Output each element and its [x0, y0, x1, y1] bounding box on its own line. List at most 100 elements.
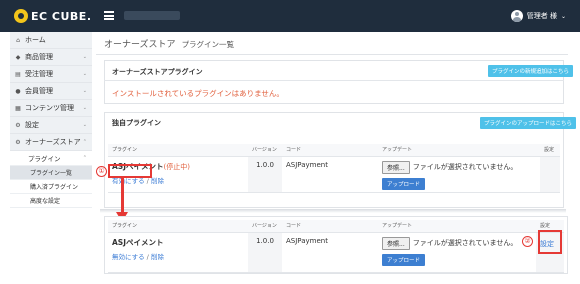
table-row: ASJペイメント(停止中) 有効にする / 削除 1.0.0 ASJPaymen…: [108, 156, 560, 193]
sidebar-item-label: コンテンツ管理: [25, 104, 74, 112]
sidebar-item-settings[interactable]: ⚙ 設定 ⌄: [10, 117, 92, 134]
version-cell: 1.0.0: [248, 232, 282, 273]
user-name: 管理者 様: [526, 12, 557, 20]
sidebar-item-members[interactable]: ● 会員管理 ⌄: [10, 83, 92, 100]
sidebar-item-contents[interactable]: ▦ コンテンツ管理 ⌄: [10, 100, 92, 117]
sidebar-item-label: 受注管理: [25, 70, 53, 78]
col-header-code: コード: [282, 220, 378, 233]
top-header: EC CUBE. 管理者 様 ⌄: [0, 0, 580, 32]
config-link-highlight: [538, 230, 562, 254]
update-cell: 参照... ファイルが選択されていません。 アップロード: [378, 232, 536, 273]
disable-link[interactable]: 無効にする: [112, 253, 145, 261]
enable-link-highlight: [108, 164, 152, 178]
sidebar-item-label: オーナーズストア: [25, 138, 81, 146]
sidebar-subitem-purchased-plugins[interactable]: 購入済プラグイン: [10, 180, 92, 194]
sidebar-item-label: 商品管理: [25, 53, 53, 61]
user-avatar-icon: [510, 10, 523, 22]
col-header-code: コード: [282, 144, 378, 157]
code-cell: ASJPayment: [282, 156, 378, 193]
chevron-down-icon: ⌄: [82, 71, 87, 77]
chevron-down-icon: ⌄: [82, 54, 87, 60]
screenshot-edge-shadow: [100, 209, 566, 213]
browse-button[interactable]: 参照...: [382, 236, 410, 250]
sidebar-subitem-label: プラグイン: [28, 155, 61, 163]
own-plugin-title: 独自プラグイン: [112, 119, 161, 127]
user-menu[interactable]: 管理者 様 ⌄: [510, 10, 566, 22]
plugin-actions: 無効にする / 削除: [112, 251, 244, 261]
file-status-text: ファイルが選択されていません。: [412, 163, 518, 171]
step-2-marker: ②: [522, 236, 533, 247]
no-plugin-notice: インストールされているプラグインはありません。: [112, 89, 284, 98]
arrow-shaft: [121, 178, 124, 214]
tag-icon: ◆: [15, 53, 21, 61]
sidebar-subitem-advanced-settings[interactable]: 高度な設定: [10, 194, 92, 208]
sidebar-item-products[interactable]: ◆ 商品管理 ⌄: [10, 49, 92, 66]
sidebar-item-label: 会員管理: [25, 87, 53, 95]
delete-link[interactable]: 削除: [151, 253, 164, 261]
upload-button[interactable]: アップロード: [382, 253, 426, 266]
version-cell: 1.0.0: [248, 156, 282, 193]
col-header-plugin: プラグイン: [108, 144, 248, 157]
add-new-plugin-button[interactable]: プラグインの新規追加はこちら: [488, 65, 574, 77]
col-header-plugin: プラグイン: [108, 220, 248, 233]
store-box-divider: [104, 80, 564, 81]
config-cell: [540, 156, 560, 193]
cart-icon: ▤: [15, 70, 21, 78]
page-title-text: オーナーズストア: [104, 40, 176, 50]
sidebar-item-label: 設定: [25, 121, 39, 129]
browse-button[interactable]: 参照...: [382, 160, 410, 174]
logo-text: EC CUBE.: [31, 9, 92, 23]
sidebar-item-label: ホーム: [25, 36, 46, 44]
chevron-down-icon: ⌄: [560, 12, 566, 20]
upload-plugin-button[interactable]: プラグインのアップロードはこちら: [480, 117, 577, 129]
page-subtitle: プラグイン一覧: [181, 40, 235, 49]
link-separator: /: [146, 252, 149, 261]
sidebar-item-owners-store[interactable]: ⚙ オーナーズストア ⌃: [10, 134, 92, 151]
plugin-name: ASJペイメント: [112, 237, 164, 247]
table-row: ASJペイメント 無効にする / 削除 1.0.0 ASJPayment 参照.…: [108, 232, 564, 273]
col-header-update: アップデート: [378, 220, 536, 233]
file-icon: ▦: [15, 104, 21, 112]
plugin-cell: ASJペイメント 無効にする / 削除: [108, 232, 248, 273]
chevron-up-icon: ⌃: [82, 155, 87, 161]
logo-mark-icon: [14, 9, 28, 23]
own-plugin-table: プラグイン バージョン コード アップデート 設定 ASJペイメント(停止中) …: [108, 144, 560, 193]
page-title: オーナーズストア プラグイン一覧: [104, 37, 234, 50]
step-1-marker: ①: [96, 166, 107, 177]
title-divider: [96, 54, 568, 55]
gear-icon: ⚙: [15, 121, 21, 129]
upload-button[interactable]: アップロード: [382, 177, 426, 190]
menu-toggle-icon[interactable]: [104, 11, 114, 20]
plugin-status: (停止中): [163, 162, 190, 171]
sidebar-item-home[interactable]: ⌂ ホーム: [10, 32, 92, 49]
table-header-row: プラグイン バージョン コード アップデート 設定: [108, 144, 560, 157]
home-icon: ⌂: [16, 36, 20, 44]
file-status-text: ファイルが選択されていません。: [412, 239, 518, 247]
sidebar-subitem-plugin[interactable]: プラグイン ⌃: [10, 151, 92, 166]
chevron-up-icon: ⌃: [82, 139, 87, 145]
file-picker: 参照... ファイルが選択されていません。: [382, 236, 532, 250]
update-cell: 参照... ファイルが選択されていません。 アップロード: [378, 156, 540, 193]
store-plugin-title: オーナーズストアプラグイン: [112, 68, 203, 76]
sidebar-subitem-label: 購入済プラグイン: [30, 184, 79, 191]
col-header-update: アップデート: [378, 144, 540, 157]
sidebar-item-orders[interactable]: ▤ 受注管理 ⌄: [10, 66, 92, 83]
file-picker: 参照... ファイルが選択されていません。: [382, 160, 536, 174]
sidebar: ⌂ ホーム ◆ 商品管理 ⌄ ▤ 受注管理 ⌄ ● 会員管理 ⌄ ▦ コンテンツ…: [10, 32, 92, 208]
ec-cube-logo[interactable]: EC CUBE.: [14, 8, 92, 24]
code-cell: ASJPayment: [282, 232, 378, 273]
chevron-down-icon: ⌄: [82, 105, 87, 111]
table-header-row: プラグイン バージョン コード アップデート 設定: [108, 220, 564, 233]
shop-name-blurred: [124, 11, 180, 20]
delete-link[interactable]: 削除: [151, 177, 164, 185]
col-header-config: 設定: [540, 144, 560, 157]
sidebar-subitem-label: 高度な設定: [30, 198, 61, 205]
gear-icon: ⚙: [15, 138, 21, 146]
after-plugin-table: プラグイン バージョン コード アップデート 設定 ASJペイメント 無効にする…: [108, 220, 564, 273]
sidebar-subitem-plugin-list[interactable]: プラグイン一覧: [10, 166, 92, 180]
chevron-down-icon: ⌄: [82, 122, 87, 128]
col-header-version: バージョン: [248, 220, 282, 233]
user-icon: ●: [15, 87, 21, 95]
chevron-down-icon: ⌄: [82, 88, 87, 94]
sidebar-subitem-label: プラグイン一覧: [30, 170, 73, 177]
